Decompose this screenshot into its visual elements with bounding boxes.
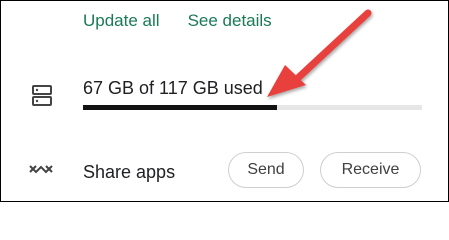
storage-progress-bar bbox=[83, 105, 422, 110]
receive-button[interactable]: Receive bbox=[320, 152, 421, 188]
share-apps-label: Share apps bbox=[83, 162, 176, 182]
storage-icon bbox=[32, 85, 52, 106]
app-storage-panel: Update all See details 67 GB of 117 GB u… bbox=[0, 0, 449, 202]
update-all-link[interactable]: Update all bbox=[83, 11, 160, 31]
action-links: Update all See details bbox=[83, 11, 272, 31]
storage-usage-label: 67 GB of 117 GB used bbox=[83, 78, 263, 98]
storage-progress-fill bbox=[83, 105, 278, 110]
see-details-link[interactable]: See details bbox=[188, 11, 272, 31]
send-button[interactable]: Send bbox=[228, 152, 304, 188]
share-apps-icon bbox=[29, 165, 53, 174]
